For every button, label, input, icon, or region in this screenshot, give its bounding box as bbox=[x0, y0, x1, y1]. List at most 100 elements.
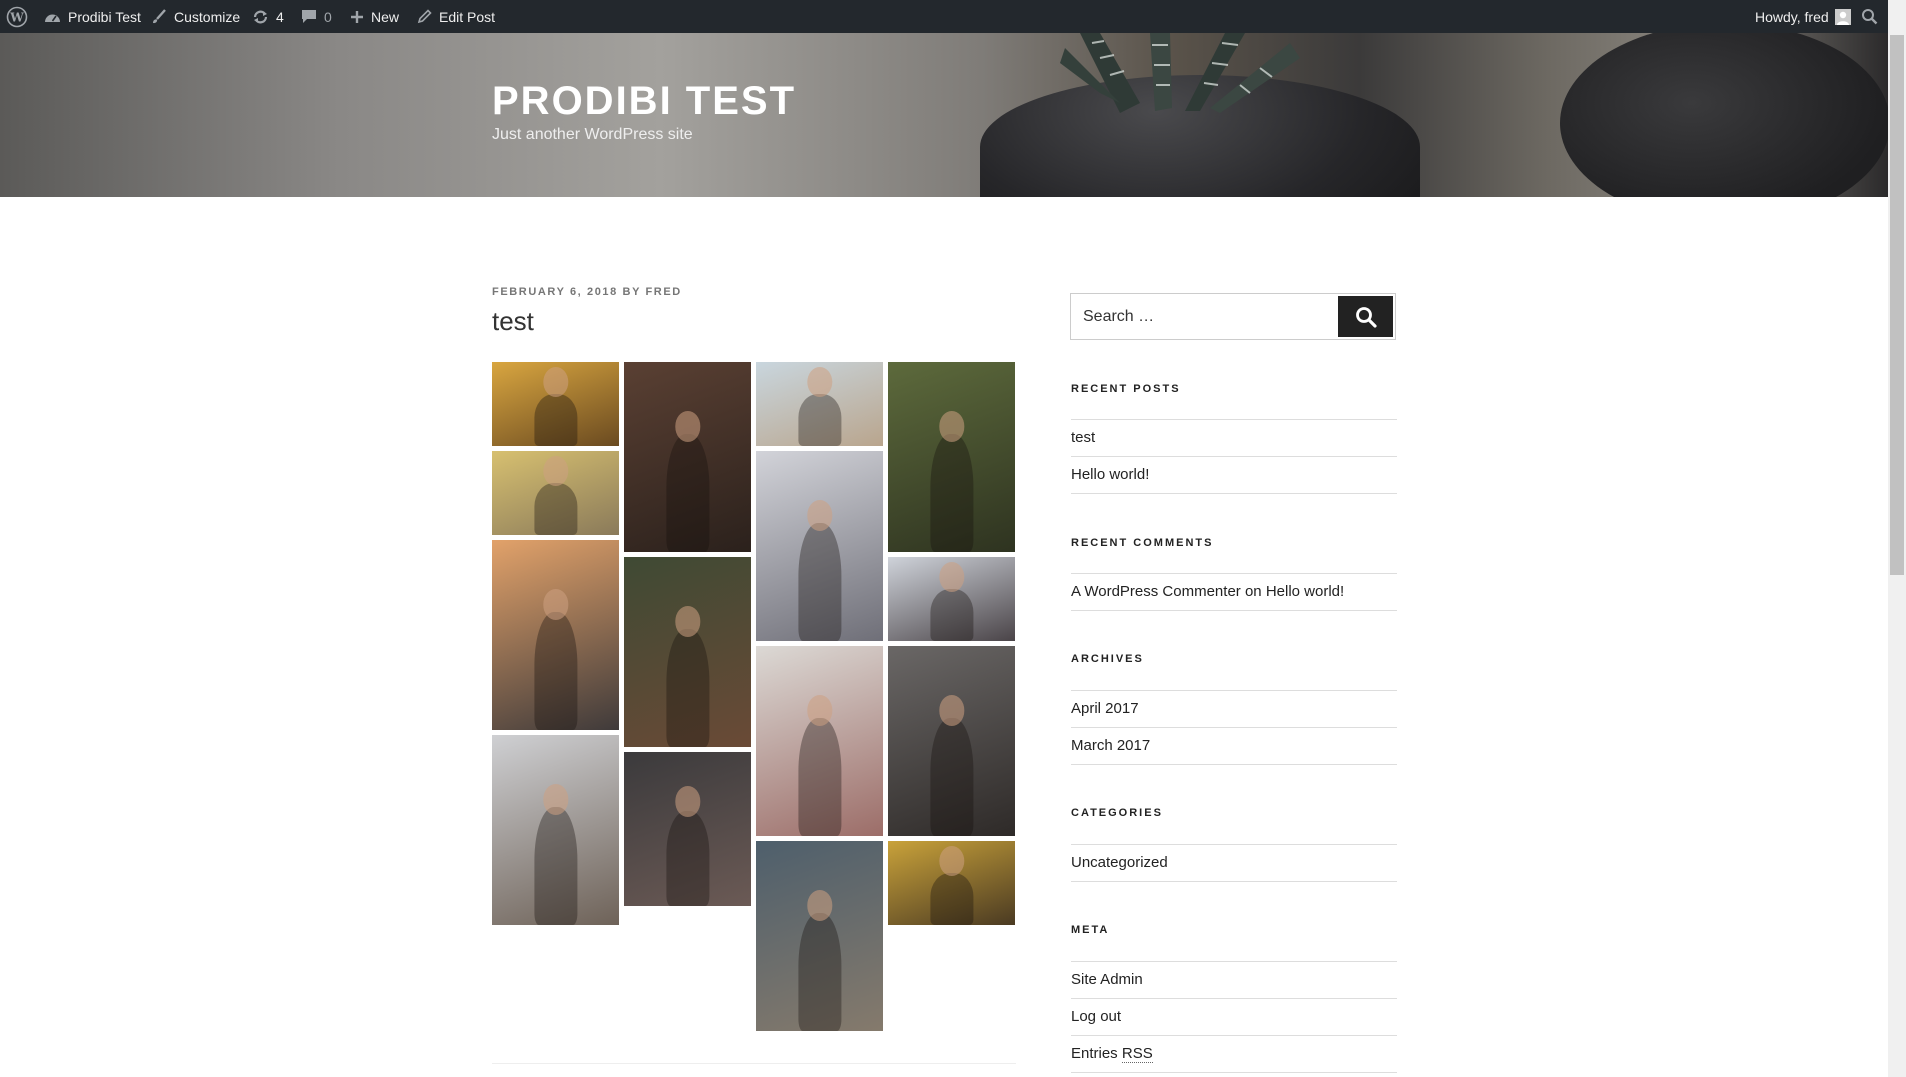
archive-link[interactable]: April 2017 bbox=[1071, 700, 1139, 717]
photo-figure bbox=[533, 612, 578, 730]
admin-bar-new[interactable]: New bbox=[350, 0, 399, 33]
gallery-photo[interactable] bbox=[492, 735, 619, 925]
avatar bbox=[1834, 8, 1851, 25]
scrollbar-thumb[interactable] bbox=[1890, 35, 1904, 575]
category-link[interactable]: Uncategorized bbox=[1071, 854, 1168, 871]
gallery-photo[interactable] bbox=[492, 451, 619, 535]
photo-figure bbox=[665, 629, 710, 747]
comment-author-link[interactable]: A WordPress Commenter bbox=[1071, 583, 1241, 600]
updates-count: 4 bbox=[276, 8, 284, 25]
gallery-photo[interactable] bbox=[888, 557, 1015, 641]
search-button[interactable] bbox=[1338, 296, 1393, 337]
search-icon bbox=[1355, 306, 1377, 328]
photo-head bbox=[806, 366, 833, 398]
list-item: Site Admin bbox=[1071, 962, 1397, 999]
search-form bbox=[1070, 293, 1396, 340]
photo-head bbox=[542, 455, 569, 487]
admin-bar-comments[interactable]: 0 bbox=[301, 0, 332, 33]
photo-figure bbox=[797, 913, 842, 1031]
recent-post-link[interactable]: test bbox=[1071, 429, 1095, 446]
list-item: A WordPress Commenter on Hello world! bbox=[1071, 574, 1397, 611]
gallery-photo[interactable] bbox=[888, 646, 1015, 836]
dashboard-icon bbox=[44, 10, 61, 24]
gallery-photo[interactable] bbox=[756, 646, 883, 836]
header-background-pot bbox=[1560, 33, 1888, 197]
rss-abbr: RSS bbox=[1121, 1045, 1153, 1063]
admin-bar-updates[interactable]: 4 bbox=[252, 0, 284, 33]
admin-bar-search-icon[interactable] bbox=[1861, 0, 1878, 33]
categories-title: CATEGORIES bbox=[1071, 807, 1163, 819]
post-date[interactable]: FEBRUARY 6, 2018 bbox=[492, 286, 618, 298]
comments-count: 0 bbox=[324, 8, 332, 25]
admin-bar-site-name[interactable]: Prodibi Test bbox=[44, 0, 141, 33]
photo-figure bbox=[533, 807, 578, 925]
list-item: Uncategorized bbox=[1071, 845, 1397, 882]
admin-bar-account[interactable]: Howdy, fred bbox=[1755, 0, 1851, 33]
photo-head bbox=[938, 845, 965, 877]
paintbrush-icon bbox=[151, 8, 167, 25]
gallery-photo[interactable] bbox=[624, 557, 751, 747]
photo-figure bbox=[929, 434, 974, 552]
log-out-link[interactable]: Log out bbox=[1071, 1008, 1121, 1025]
gallery-photo[interactable] bbox=[756, 451, 883, 641]
customize-label: Customize bbox=[174, 8, 241, 25]
comment-on-text: on bbox=[1244, 583, 1262, 600]
admin-bar-customize[interactable]: Customize bbox=[151, 0, 240, 33]
list-item: Hello world! bbox=[1071, 457, 1397, 494]
gallery-photo[interactable] bbox=[624, 752, 751, 906]
site-header: PRODIBI TEST Just another WordPress site bbox=[0, 33, 1888, 197]
gallery-photo[interactable] bbox=[756, 841, 883, 1031]
photo-figure bbox=[665, 810, 710, 906]
photo-head bbox=[542, 366, 569, 398]
photo-figure bbox=[533, 393, 578, 446]
recent-posts-list: test Hello world! bbox=[1071, 419, 1397, 494]
photo-head bbox=[674, 786, 701, 817]
updates-icon bbox=[252, 9, 269, 25]
entries-rss-link[interactable]: Entries RSS bbox=[1071, 1045, 1153, 1063]
gallery-photo[interactable] bbox=[492, 540, 619, 730]
howdy-label: Howdy, fred bbox=[1755, 8, 1829, 25]
photo-head bbox=[938, 561, 965, 593]
post-title: test bbox=[492, 306, 534, 336]
comment-icon bbox=[301, 9, 317, 24]
search-input[interactable] bbox=[1071, 294, 1341, 339]
list-item: Log out bbox=[1071, 999, 1397, 1036]
svg-text:W: W bbox=[9, 10, 24, 24]
gallery-photo[interactable] bbox=[888, 362, 1015, 552]
new-label: New bbox=[371, 8, 400, 25]
photo-figure bbox=[665, 434, 710, 552]
gallery-photo[interactable] bbox=[492, 362, 619, 446]
list-item: test bbox=[1071, 420, 1397, 457]
photo-figure bbox=[929, 718, 974, 836]
post-divider bbox=[492, 1063, 1016, 1064]
photo-figure bbox=[797, 393, 842, 446]
gallery-photo[interactable] bbox=[624, 362, 751, 552]
gallery-photo[interactable] bbox=[756, 362, 883, 446]
admin-bar-edit-post[interactable]: Edit Post bbox=[417, 0, 495, 33]
recent-comments-list: A WordPress Commenter on Hello world! bbox=[1071, 573, 1397, 611]
recent-comments-title: RECENT COMMENTS bbox=[1071, 537, 1214, 549]
site-name-label: Prodibi Test bbox=[68, 8, 141, 25]
site-title[interactable]: PRODIBI TEST bbox=[492, 79, 796, 124]
photo-figure bbox=[797, 718, 842, 836]
list-item: March 2017 bbox=[1071, 728, 1397, 765]
gallery-photo[interactable] bbox=[888, 841, 1015, 925]
archives-title: ARCHIVES bbox=[1071, 653, 1144, 665]
site-tagline: Just another WordPress site bbox=[492, 126, 693, 143]
site-admin-link[interactable]: Site Admin bbox=[1071, 971, 1143, 988]
archive-link[interactable]: March 2017 bbox=[1071, 737, 1150, 754]
comment-post-link[interactable]: Hello world! bbox=[1266, 583, 1344, 600]
wordpress-logo-icon[interactable]: W bbox=[6, 0, 28, 33]
recent-post-link[interactable]: Hello world! bbox=[1071, 466, 1149, 483]
photo-figure bbox=[797, 523, 842, 641]
archives-list: April 2017 March 2017 bbox=[1071, 690, 1397, 765]
plus-icon bbox=[350, 10, 364, 24]
meta-list: Site Admin Log out Entries RSS bbox=[1071, 961, 1397, 1073]
admin-bar: W Prodibi Test Customize 4 0 New Edit Po… bbox=[0, 0, 1906, 33]
photo-figure bbox=[533, 482, 578, 535]
entries-prefix: Entries bbox=[1071, 1045, 1118, 1062]
post-meta: FEBRUARY 6, 2018 BY FRED bbox=[492, 286, 682, 298]
post-author[interactable]: FRED bbox=[645, 286, 681, 298]
photo-figure bbox=[929, 588, 974, 641]
pencil-icon bbox=[417, 9, 432, 24]
